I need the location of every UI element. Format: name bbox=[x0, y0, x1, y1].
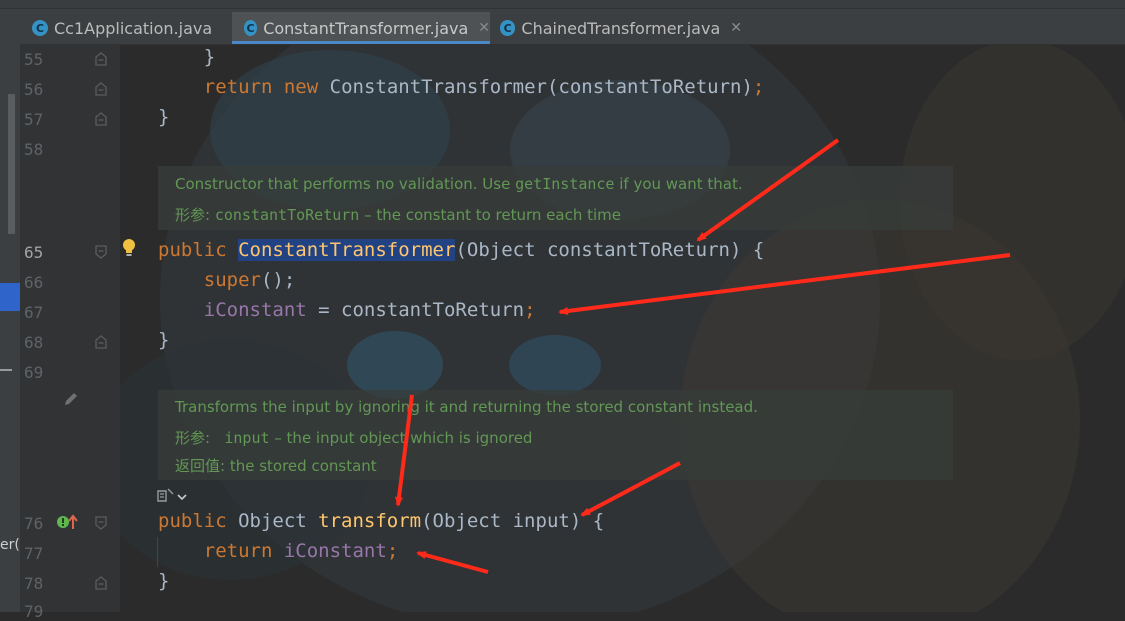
tab-label: ConstantTransformer.java bbox=[263, 18, 469, 38]
selected-constructor-name: ConstantTransformer bbox=[238, 239, 456, 261]
line-number: 56 bbox=[24, 80, 44, 99]
fold-icon[interactable] bbox=[95, 82, 107, 96]
close-icon[interactable]: ✕ bbox=[478, 20, 490, 36]
tab-label: ChainedTransformer.java bbox=[521, 18, 721, 38]
code-line-77[interactable]: return iConstant; bbox=[158, 540, 399, 562]
line-number: 67 bbox=[24, 303, 44, 322]
left-panel-clipped-text: er( bbox=[0, 537, 20, 553]
window-top-strip bbox=[0, 0, 1125, 9]
line-number: 76 bbox=[24, 514, 44, 533]
line-number: 66 bbox=[24, 273, 44, 292]
javadoc-constructor: Constructor that performs no validation.… bbox=[158, 166, 953, 230]
code-line-55[interactable]: } bbox=[158, 46, 215, 68]
code-line-67[interactable]: iConstant = constantToReturn; bbox=[158, 299, 536, 321]
fold-start-icon[interactable] bbox=[95, 516, 107, 530]
lightbulb-icon[interactable] bbox=[121, 238, 137, 258]
tab-label: Cc1Application.java bbox=[54, 18, 213, 38]
code-line-57[interactable]: } bbox=[158, 106, 169, 128]
line-number: 68 bbox=[24, 333, 44, 352]
code-line-66[interactable]: super(); bbox=[158, 269, 296, 291]
fold-end-icon[interactable] bbox=[95, 335, 107, 349]
class-icon: C bbox=[500, 20, 516, 36]
reader-mode-toggle-icon[interactable] bbox=[156, 487, 190, 505]
code-line-78[interactable]: } bbox=[158, 570, 169, 592]
class-icon: C bbox=[32, 20, 48, 36]
fold-end-icon[interactable] bbox=[95, 112, 107, 126]
line-number: 55 bbox=[24, 50, 44, 69]
javadoc-transform: Transforms the input by ignoring it and … bbox=[158, 390, 953, 480]
close-icon[interactable]: ✕ bbox=[730, 20, 742, 36]
line-number: 78 bbox=[24, 574, 44, 593]
code-line-56[interactable]: return new ConstantTransformer(constantT… bbox=[158, 76, 765, 98]
tab-chainedtransformer[interactable]: C ChainedTransformer.java ✕ bbox=[492, 12, 742, 44]
scrollbar-thumb[interactable] bbox=[8, 94, 15, 234]
tab-cc1application[interactable]: C Cc1Application.java bbox=[22, 12, 230, 44]
line-number: 77 bbox=[24, 544, 44, 563]
fold-start-icon[interactable] bbox=[95, 245, 107, 259]
pencil-icon[interactable] bbox=[62, 390, 80, 408]
fold-end-icon[interactable] bbox=[95, 576, 107, 590]
editor-tab-bar: C Cc1Application.java C ConstantTransfor… bbox=[0, 0, 1125, 45]
collapse-mark bbox=[0, 369, 12, 371]
fold-end-icon[interactable] bbox=[95, 52, 107, 66]
class-icon: C bbox=[244, 20, 258, 36]
code-line-76[interactable]: public Object transform(Object input) { bbox=[158, 510, 604, 532]
selected-indicator bbox=[0, 283, 20, 311]
implements-method-icon[interactable] bbox=[56, 513, 80, 531]
tab-constanttransformer[interactable]: C ConstantTransformer.java ✕ bbox=[232, 12, 490, 44]
left-tool-strip bbox=[0, 44, 20, 612]
line-number: 57 bbox=[24, 110, 44, 129]
line-number: 58 bbox=[24, 140, 44, 159]
code-line-65[interactable]: public ConstantTransformer(Object consta… bbox=[158, 239, 764, 261]
code-line-68[interactable]: } bbox=[158, 329, 169, 351]
line-number: 65 bbox=[24, 243, 44, 262]
line-number: 69 bbox=[24, 363, 44, 382]
